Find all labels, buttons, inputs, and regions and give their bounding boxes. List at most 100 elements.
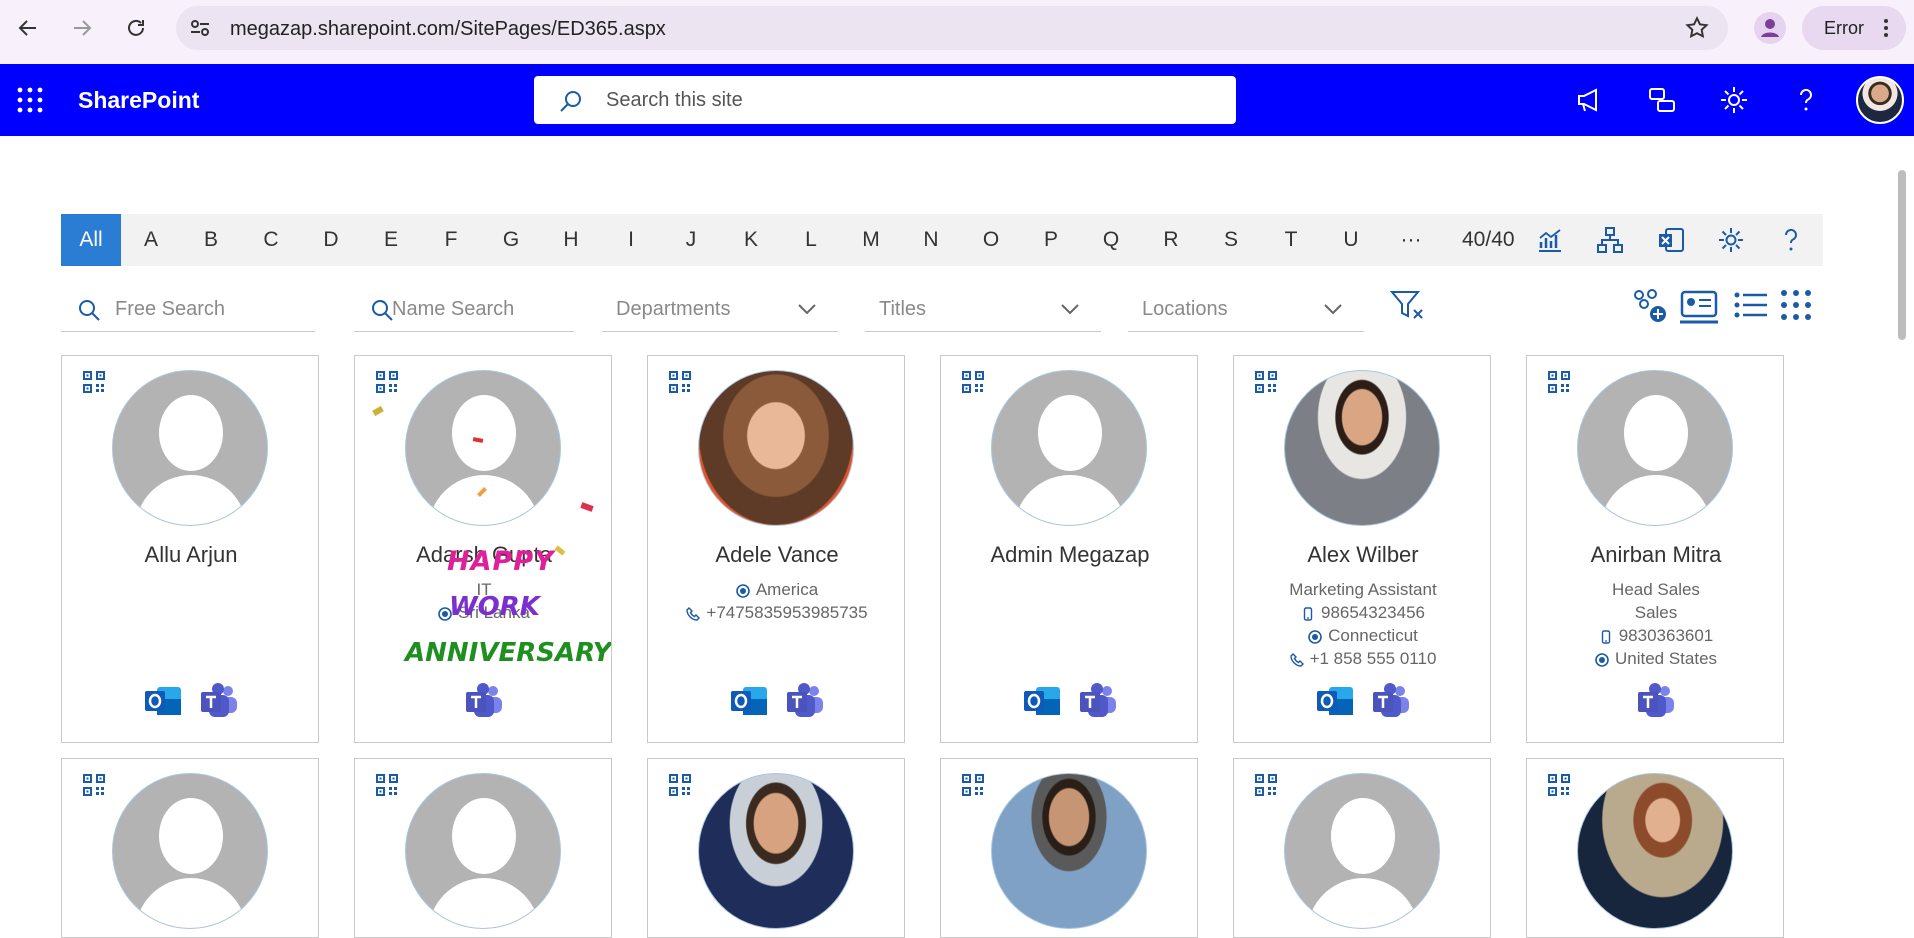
card-view-icon[interactable] bbox=[1680, 286, 1718, 324]
page-scrollbar[interactable] bbox=[1898, 170, 1906, 340]
employee-card[interactable] bbox=[1233, 758, 1491, 938]
profile-photo-placeholder[interactable] bbox=[991, 370, 1147, 526]
employee-card[interactable]: Allu Arjun bbox=[61, 355, 319, 743]
alpha-filter-a[interactable]: A bbox=[121, 214, 181, 266]
alpha-filter-all[interactable]: All bbox=[61, 214, 121, 266]
outlook-icon[interactable] bbox=[1022, 681, 1062, 721]
employee-card[interactable] bbox=[354, 758, 612, 938]
qr-code-icon[interactable] bbox=[82, 370, 106, 394]
titles-dropdown[interactable]: Titles bbox=[865, 290, 1101, 332]
teams-icon[interactable] bbox=[785, 681, 825, 721]
directory-settings-icon[interactable] bbox=[1717, 226, 1745, 254]
employee-name[interactable]: Admin Megazap bbox=[941, 542, 1197, 568]
settings-gear-icon[interactable] bbox=[1718, 84, 1750, 116]
org-chart-icon[interactable] bbox=[1596, 226, 1624, 254]
employee-card[interactable] bbox=[1526, 758, 1784, 938]
profile-photo-placeholder[interactable] bbox=[112, 773, 268, 929]
teams-icon[interactable] bbox=[1636, 681, 1676, 721]
qr-code-icon[interactable] bbox=[375, 370, 399, 394]
profile-photo-placeholder[interactable] bbox=[405, 773, 561, 929]
alpha-filter-i[interactable]: I bbox=[601, 214, 661, 266]
help-icon[interactable] bbox=[1790, 84, 1822, 116]
sharepoint-title[interactable]: SharePoint bbox=[78, 87, 199, 114]
employee-name[interactable]: Anirban Mitra bbox=[1527, 542, 1783, 568]
employee-card[interactable] bbox=[940, 758, 1198, 938]
qr-code-icon[interactable] bbox=[1254, 370, 1278, 394]
alpha-filter-r[interactable]: R bbox=[1141, 214, 1201, 266]
megaphone-icon[interactable] bbox=[1574, 84, 1606, 116]
employee-name[interactable]: Alex Wilber bbox=[1234, 542, 1490, 568]
profile-photo-placeholder[interactable] bbox=[1284, 773, 1440, 929]
app-launcher-icon[interactable] bbox=[16, 86, 44, 114]
bookmark-star-icon[interactable] bbox=[1684, 15, 1710, 41]
error-menu-button[interactable]: Error bbox=[1802, 6, 1906, 50]
profile-photo[interactable] bbox=[1577, 773, 1733, 929]
profile-photo[interactable] bbox=[1284, 370, 1440, 526]
reload-button[interactable] bbox=[118, 10, 154, 46]
outlook-icon[interactable] bbox=[1315, 681, 1355, 721]
alpha-filter-l[interactable]: L bbox=[781, 214, 841, 266]
site-info-icon[interactable] bbox=[188, 16, 212, 40]
alpha-filter-more[interactable]: ··· bbox=[1381, 214, 1441, 266]
qr-code-icon[interactable] bbox=[375, 773, 399, 797]
site-search-box[interactable]: Search this site bbox=[534, 76, 1236, 124]
alpha-filter-u[interactable]: U bbox=[1321, 214, 1381, 266]
alpha-filter-g[interactable]: G bbox=[481, 214, 541, 266]
profile-button[interactable] bbox=[1752, 10, 1788, 46]
employee-card[interactable]: Anirban Mitra Head Sales Sales 9830363601 Un… bbox=[1526, 355, 1784, 743]
alpha-filter-o[interactable]: O bbox=[961, 214, 1021, 266]
qr-code-icon[interactable] bbox=[961, 773, 985, 797]
list-view-icon[interactable] bbox=[1732, 286, 1770, 324]
employee-card[interactable]: Alex Wilber Marketing Assistant 9865432345… bbox=[1233, 355, 1491, 743]
locations-dropdown[interactable]: Locations bbox=[1128, 290, 1364, 332]
employee-card[interactable]: Adele Vance America +7475835953985735 bbox=[647, 355, 905, 743]
qr-code-icon[interactable] bbox=[668, 370, 692, 394]
alpha-filter-q[interactable]: Q bbox=[1081, 214, 1141, 266]
profile-photo-placeholder[interactable] bbox=[112, 370, 268, 526]
alpha-filter-e[interactable]: E bbox=[361, 214, 421, 266]
add-people-icon[interactable] bbox=[1630, 286, 1668, 324]
analytics-icon[interactable] bbox=[1536, 226, 1564, 254]
forward-button[interactable] bbox=[64, 10, 100, 46]
employee-name[interactable]: Allu Arjun bbox=[62, 542, 318, 568]
profile-photo-placeholder[interactable] bbox=[1577, 370, 1733, 526]
outlook-icon[interactable] bbox=[143, 681, 183, 721]
qr-code-icon[interactable] bbox=[961, 370, 985, 394]
qr-code-icon[interactable] bbox=[668, 773, 692, 797]
alpha-filter-s[interactable]: S bbox=[1201, 214, 1261, 266]
clear-filter-icon[interactable] bbox=[1388, 286, 1426, 324]
name-search-input[interactable]: Name Search bbox=[354, 290, 574, 332]
teams-icon[interactable] bbox=[1078, 681, 1118, 721]
teams-icon[interactable] bbox=[1371, 681, 1411, 721]
alpha-filter-d[interactable]: D bbox=[301, 214, 361, 266]
profile-photo-placeholder[interactable] bbox=[405, 370, 561, 526]
qr-code-icon[interactable] bbox=[1547, 773, 1571, 797]
address-bar[interactable]: megazap.sharepoint.com/SitePages/ED365.a… bbox=[176, 6, 1728, 50]
free-search-input[interactable]: Free Search bbox=[61, 290, 315, 332]
alpha-filter-k[interactable]: K bbox=[721, 214, 781, 266]
alpha-filter-j[interactable]: J bbox=[661, 214, 721, 266]
qr-code-icon[interactable] bbox=[1547, 370, 1571, 394]
teams-icon[interactable] bbox=[199, 681, 239, 721]
alpha-filter-p[interactable]: P bbox=[1021, 214, 1081, 266]
employee-card[interactable] bbox=[647, 758, 905, 938]
departments-dropdown[interactable]: Departments bbox=[602, 290, 838, 332]
qr-code-icon[interactable] bbox=[82, 773, 106, 797]
profile-photo[interactable] bbox=[698, 370, 854, 526]
alpha-filter-b[interactable]: B bbox=[181, 214, 241, 266]
employee-card[interactable]: Admin Megazap bbox=[940, 355, 1198, 743]
directory-help-icon[interactable] bbox=[1777, 226, 1805, 254]
alpha-filter-m[interactable]: M bbox=[841, 214, 901, 266]
qr-code-icon[interactable] bbox=[1254, 773, 1278, 797]
profile-photo[interactable] bbox=[991, 773, 1147, 929]
profile-photo[interactable] bbox=[698, 773, 854, 929]
alpha-filter-f[interactable]: F bbox=[421, 214, 481, 266]
outlook-icon[interactable] bbox=[729, 681, 769, 721]
alpha-filter-n[interactable]: N bbox=[901, 214, 961, 266]
back-button[interactable] bbox=[10, 10, 46, 46]
alpha-filter-h[interactable]: H bbox=[541, 214, 601, 266]
user-avatar[interactable] bbox=[1856, 76, 1904, 124]
teams-icon[interactable] bbox=[464, 681, 504, 721]
alpha-filter-t[interactable]: T bbox=[1261, 214, 1321, 266]
employee-card[interactable]: Adarsh Gupta IT Sri Lanka HAPPY WORK ANNIVERS… bbox=[354, 355, 612, 743]
